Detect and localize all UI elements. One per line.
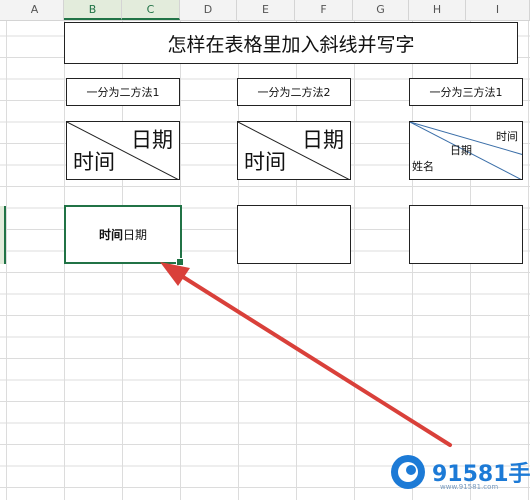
- watermark-url: www.91581.com: [440, 483, 499, 491]
- annotation-arrow: [160, 262, 452, 447]
